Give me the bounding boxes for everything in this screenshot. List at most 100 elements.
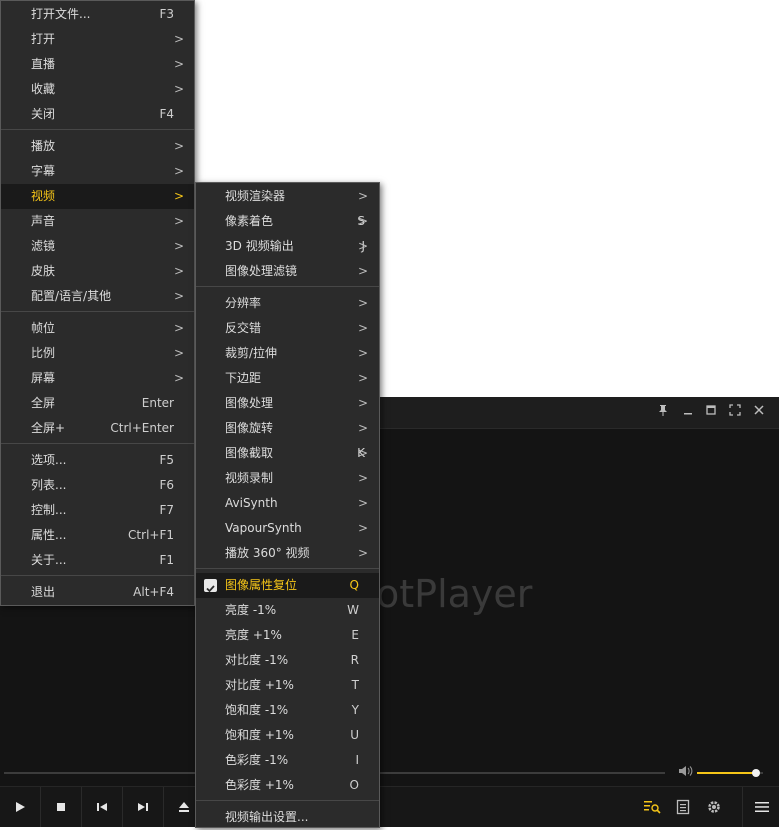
- menu-item[interactable]: 帧位 >: [1, 316, 194, 341]
- menu-item[interactable]: 退出 Alt+F4: [1, 580, 194, 605]
- menu-item[interactable]: 图像属性复位 Q: [196, 573, 379, 598]
- menu-item[interactable]: 视频录制 >: [196, 466, 379, 491]
- menu-item[interactable]: 饱和度 +1% U: [196, 723, 379, 748]
- menu-item[interactable]: 控制... F7: [1, 498, 194, 523]
- menu-item-label: VapourSynth: [225, 521, 302, 535]
- submenu-arrow-icon: >: [174, 214, 185, 228]
- menu-item-label: 下边距: [225, 371, 262, 385]
- menu-item[interactable]: 打开文件... F3: [1, 2, 194, 27]
- menu-item[interactable]: 视频 >: [1, 184, 194, 209]
- menu-item[interactable]: AviSynth >: [196, 491, 379, 516]
- menu-item-label: 打开文件...: [31, 7, 91, 21]
- submenu-arrow-icon: >: [174, 82, 185, 96]
- play-icon: [16, 802, 25, 812]
- next-button[interactable]: [123, 787, 164, 827]
- menu-item-label: 配置/语言/其他: [31, 289, 112, 303]
- document-icon: [676, 799, 690, 815]
- menu-item[interactable]: 列表... F6: [1, 473, 194, 498]
- fullscreen-icon[interactable]: [727, 404, 743, 420]
- menu-item[interactable]: 声音 >: [1, 209, 194, 234]
- menu-item[interactable]: 下边距 >: [196, 366, 379, 391]
- menu-item[interactable]: 全屏+ Ctrl+Enter: [1, 416, 194, 441]
- menu-item[interactable]: 反交错 >: [196, 316, 379, 341]
- menu-item-shortcut: O: [349, 778, 359, 792]
- menu-item[interactable]: 视频输出设置...: [196, 805, 379, 830]
- menu-item-label: 关于...: [31, 553, 67, 567]
- menu-item-shortcut: R: [350, 653, 359, 667]
- stop-button[interactable]: [41, 787, 82, 827]
- pin-icon[interactable]: [655, 404, 671, 420]
- submenu-arrow-icon: >: [174, 164, 185, 178]
- minimize-icon[interactable]: [680, 404, 696, 420]
- menu-item[interactable]: 选项... F5: [1, 448, 194, 473]
- menu-item[interactable]: 滤镜 >: [1, 234, 194, 259]
- menu-item-label: 屏幕: [31, 371, 56, 385]
- menu-item[interactable]: 关于... F1: [1, 548, 194, 573]
- menu-separator: [1, 575, 194, 576]
- menu-item[interactable]: 图像旋转 >: [196, 416, 379, 441]
- menu-item[interactable]: 全屏 Enter: [1, 391, 194, 416]
- submenu-arrow-icon: >: [358, 346, 369, 360]
- control-bar: [0, 786, 779, 827]
- menu-separator: [196, 286, 379, 287]
- menu-item-label: 全屏: [31, 396, 56, 410]
- menu-item-shortcut: E: [351, 628, 359, 642]
- volume-handle[interactable]: [752, 769, 761, 777]
- menu-item-shortcut: U: [350, 728, 359, 742]
- playlist-search-button[interactable]: [637, 787, 667, 827]
- settings-button[interactable]: [699, 787, 729, 827]
- menu-item[interactable]: 属性... Ctrl+F1: [1, 523, 194, 548]
- video-submenu: 视频渲染器 > 像素着色 S >3D 视频输出 J > 图像处理滤镜 > 分辨率 > 反交错 > 裁剪/拉…: [195, 182, 380, 828]
- menu-item[interactable]: 关闭 F4: [1, 102, 194, 127]
- menu-item[interactable]: 亮度 +1% E: [196, 623, 379, 648]
- menu-item[interactable]: 色彩度 -1% I: [196, 748, 379, 773]
- submenu-arrow-icon: >: [358, 496, 369, 510]
- menu-item[interactable]: 色彩度 +1% O: [196, 773, 379, 798]
- menu-item[interactable]: 播放 360° 视频 >: [196, 541, 379, 566]
- menu-item[interactable]: 亮度 -1% W: [196, 598, 379, 623]
- main-menu-button[interactable]: [742, 787, 779, 827]
- menu-item-shortcut: Alt+F4: [133, 585, 174, 599]
- main-context-menu: 打开文件... F3 打开 > 直播 > 收藏 > 关闭 F4 播放 > 字幕 > 视频 > 声音 > 滤镜 > 皮肤 >…: [0, 0, 195, 606]
- menu-item[interactable]: 裁剪/拉伸 >: [196, 341, 379, 366]
- menu-item[interactable]: 像素着色 S >: [196, 209, 379, 234]
- menu-item[interactable]: 比例 >: [1, 341, 194, 366]
- menu-item[interactable]: 图像截取 K >: [196, 441, 379, 466]
- menu-item[interactable]: 打开 >: [1, 27, 194, 52]
- menu-item-label: 全屏+: [31, 421, 66, 435]
- menu-item[interactable]: 对比度 +1% T: [196, 673, 379, 698]
- menu-item[interactable]: 对比度 -1% R: [196, 648, 379, 673]
- volume-icon[interactable]: [678, 764, 694, 778]
- menu-item[interactable]: 直播 >: [1, 52, 194, 77]
- menu-item[interactable]: 图像处理滤镜 >: [196, 259, 379, 284]
- menu-item[interactable]: 配置/语言/其他 >: [1, 284, 194, 309]
- menu-item[interactable]: 图像处理 >: [196, 391, 379, 416]
- menu-item[interactable]: 播放 >: [1, 134, 194, 159]
- menu-item[interactable]: 饱和度 -1% Y: [196, 698, 379, 723]
- submenu-arrow-icon: >: [174, 264, 185, 278]
- volume-slider[interactable]: [697, 769, 763, 777]
- previous-button[interactable]: [82, 787, 123, 827]
- submenu-arrow-icon: >: [358, 471, 369, 485]
- submenu-arrow-icon: >: [174, 189, 185, 203]
- menu-item[interactable]: 分辨率 >: [196, 291, 379, 316]
- gear-icon: [708, 801, 720, 813]
- submenu-arrow-icon: >: [358, 264, 369, 278]
- menu-item-label: 图像处理滤镜: [225, 264, 298, 278]
- menu-item[interactable]: 皮肤 >: [1, 259, 194, 284]
- menu-item[interactable]: 3D 视频输出 J >: [196, 234, 379, 259]
- menu-item[interactable]: 视频渲染器 >: [196, 184, 379, 209]
- menu-item[interactable]: 屏幕 >: [1, 366, 194, 391]
- maximize-icon[interactable]: [703, 404, 719, 420]
- menu-item[interactable]: 收藏 >: [1, 77, 194, 102]
- menu-item[interactable]: 字幕 >: [1, 159, 194, 184]
- submenu-arrow-icon: >: [358, 421, 369, 435]
- play-button[interactable]: [0, 787, 41, 827]
- playlist-button[interactable]: [668, 787, 698, 827]
- submenu-arrow-icon: >: [358, 321, 369, 335]
- menu-item-label: 皮肤: [31, 264, 56, 278]
- menu-item[interactable]: VapourSynth >: [196, 516, 379, 541]
- submenu-arrow-icon: >: [358, 521, 369, 535]
- submenu-arrow-icon: >: [358, 371, 369, 385]
- close-icon[interactable]: [751, 404, 767, 420]
